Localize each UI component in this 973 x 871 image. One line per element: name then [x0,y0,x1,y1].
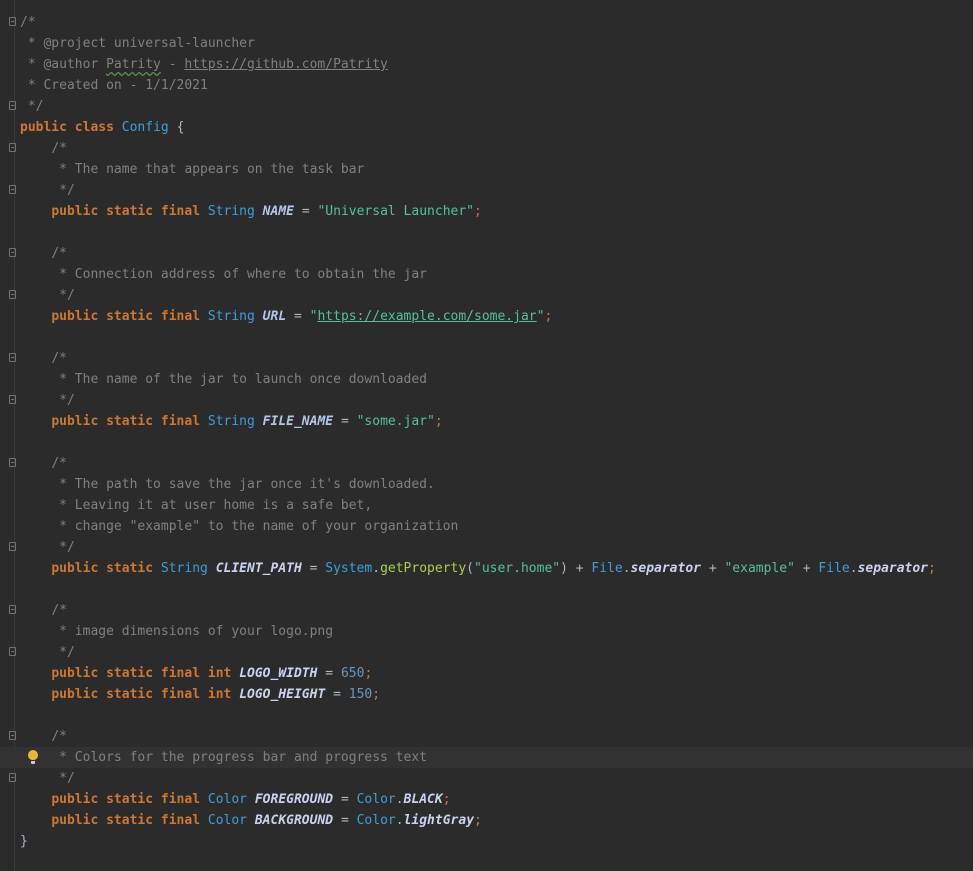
code-line-25[interactable]: * change "example" to the name of your o… [20,516,973,537]
code-line-2[interactable]: * @project universal-launcher [20,33,973,54]
code-line-20[interactable]: public static final String FILE_NAME = "… [20,411,973,432]
code-line-31[interactable]: */ [9,642,973,663]
code-line-26[interactable]: */ [9,537,973,558]
code-line-21[interactable] [20,432,973,453]
code-line-17[interactable]: /* [9,348,973,369]
code-line-13[interactable]: * Connection address of where to obtain … [20,264,973,285]
code-line-39[interactable]: public static final Color BACKGROUND = C… [20,810,973,831]
code-line-35[interactable]: /* [9,726,973,747]
fold-toggle-icon[interactable] [9,542,16,551]
code-line-10[interactable]: public static final String NAME = "Unive… [20,201,973,222]
fold-toggle-icon[interactable] [9,353,16,362]
code-line-12[interactable]: /* [9,243,973,264]
code-line-14[interactable]: */ [9,285,973,306]
code-editor[interactable]: /* * @project universal-launcher * @auth… [0,0,973,871]
fold-toggle-icon[interactable] [9,647,16,656]
fold-toggle-icon[interactable] [9,458,16,467]
fold-toggle-icon[interactable] [9,773,16,782]
code-line-1[interactable]: /* [9,12,973,33]
author-name: Patrity [106,57,161,72]
code-line-6[interactable]: public class Config { [20,117,973,138]
fold-toggle-icon[interactable] [9,248,16,257]
fold-toggle-icon[interactable] [9,185,16,194]
code-line-24[interactable]: * Leaving it at user home is a safe bet, [20,495,973,516]
code-line-7[interactable]: /* [9,138,973,159]
code-line-27[interactable]: public static String CLIENT_PATH = Syste… [20,558,973,579]
code-line-34[interactable] [20,705,973,726]
code-line-16[interactable] [20,327,973,348]
jar-url-link[interactable]: https://example.com/some.jar [317,309,536,324]
code-line-23[interactable]: * The path to save the jar once it's dow… [20,474,973,495]
code-line-28[interactable] [20,579,973,600]
code-line-15[interactable]: public static final String URL = "https:… [20,306,973,327]
code-line-19[interactable]: */ [9,390,973,411]
fold-toggle-icon[interactable] [9,605,16,614]
code-area[interactable]: /* * @project universal-launcher * @auth… [0,12,973,852]
code-line-40[interactable]: } [20,831,973,852]
class-name: Config [121,120,169,135]
code-line-36-current[interactable]: * Colors for the progress bar and progre… [0,747,973,768]
code-line-29[interactable]: /* [9,600,973,621]
code-line-32[interactable]: public static final int LOGO_WIDTH = 650… [20,663,973,684]
fold-toggle-icon[interactable] [9,101,16,110]
code-line-8[interactable]: * The name that appears on the task bar [20,159,973,180]
fold-toggle-icon[interactable] [9,290,16,299]
fold-toggle-icon[interactable] [9,731,16,740]
code-line-9[interactable]: */ [9,180,973,201]
code-line-5[interactable]: */ [9,96,973,117]
gutter-border [14,0,15,871]
author-url-link[interactable]: https://github.com/Patrity [184,57,388,72]
code-line-18[interactable]: * The name of the jar to launch once dow… [20,369,973,390]
fold-toggle-icon[interactable] [9,143,16,152]
code-line-22[interactable]: /* [9,453,973,474]
lightbulb-icon[interactable] [28,750,38,764]
fold-toggle-icon[interactable] [9,395,16,404]
code-line-37[interactable]: */ [9,768,973,789]
code-line-11[interactable] [20,222,973,243]
code-line-30[interactable]: * image dimensions of your logo.png [20,621,973,642]
fold-toggle-icon[interactable] [9,17,16,26]
code-line-3[interactable]: * @author Patrity - https://github.com/P… [20,54,973,75]
code-line-33[interactable]: public static final int LOGO_HEIGHT = 15… [20,684,973,705]
code-line-4[interactable]: * Created on - 1/1/2021 [20,75,973,96]
code-line-38[interactable]: public static final Color FOREGROUND = C… [20,789,973,810]
